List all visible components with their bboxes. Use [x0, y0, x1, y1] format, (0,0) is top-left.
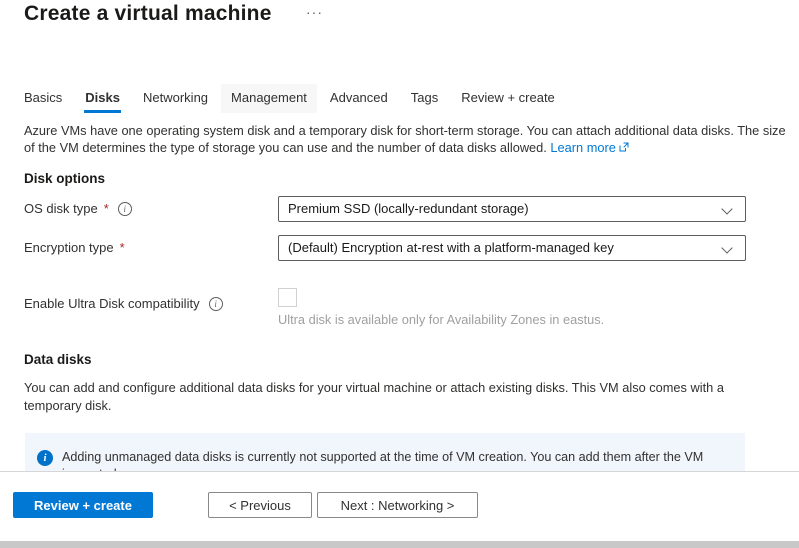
next-networking-button[interactable]: Next : Networking > — [317, 492, 478, 518]
os-disk-type-label: OS disk type * i — [24, 201, 132, 216]
tab-bar: Basics Disks Networking Management Advan… — [14, 84, 565, 113]
more-options-icon[interactable]: ··· — [306, 4, 323, 20]
data-disks-description: You can add and configure additional dat… — [24, 379, 759, 415]
encryption-type-dropdown[interactable]: (Default) Encryption at-rest with a plat… — [278, 235, 746, 261]
required-asterisk: * — [120, 240, 125, 255]
tab-management[interactable]: Management — [221, 84, 317, 113]
os-disk-type-label-text: OS disk type — [24, 201, 98, 216]
description-text: Azure VMs have one operating system disk… — [24, 123, 786, 155]
tab-review-create[interactable]: Review + create — [451, 84, 565, 113]
info-icon[interactable]: i — [209, 297, 223, 311]
disk-options-heading: Disk options — [24, 171, 105, 186]
ultra-disk-label-text: Enable Ultra Disk compatibility — [24, 296, 200, 311]
ultra-disk-checkbox[interactable] — [278, 288, 297, 307]
external-link-icon — [619, 139, 629, 156]
os-disk-type-dropdown[interactable]: Premium SSD (locally-redundant storage) — [278, 196, 746, 222]
review-create-button[interactable]: Review + create — [13, 492, 153, 518]
ultra-disk-label: Enable Ultra Disk compatibility i — [24, 296, 223, 311]
page-title: Create a virtual machine — [24, 2, 272, 26]
info-filled-icon: i — [37, 450, 53, 466]
encryption-type-label-text: Encryption type — [24, 240, 114, 255]
os-disk-type-value: Premium SSD (locally-redundant storage) — [288, 201, 529, 216]
bottom-scrollbar-strip — [0, 541, 799, 548]
required-asterisk: * — [104, 201, 109, 216]
previous-button[interactable]: < Previous — [208, 492, 312, 518]
encryption-type-label: Encryption type * — [24, 240, 125, 255]
disks-tab-description: Azure VMs have one operating system disk… — [24, 122, 786, 156]
info-icon[interactable]: i — [118, 202, 132, 216]
chevron-down-icon — [721, 242, 732, 253]
tab-networking[interactable]: Networking — [133, 84, 218, 113]
footer-bar: Review + create < Previous Next : Networ… — [0, 471, 799, 541]
tab-disks[interactable]: Disks — [75, 84, 130, 113]
ultra-disk-helper-text: Ultra disk is available only for Availab… — [278, 312, 604, 327]
learn-more-link[interactable]: Learn more — [550, 140, 615, 155]
tab-basics[interactable]: Basics — [14, 84, 72, 113]
data-disks-heading: Data disks — [24, 352, 92, 367]
chevron-down-icon — [721, 203, 732, 214]
tab-tags[interactable]: Tags — [401, 84, 448, 113]
encryption-type-value: (Default) Encryption at-rest with a plat… — [288, 240, 614, 255]
tab-advanced[interactable]: Advanced — [320, 84, 398, 113]
